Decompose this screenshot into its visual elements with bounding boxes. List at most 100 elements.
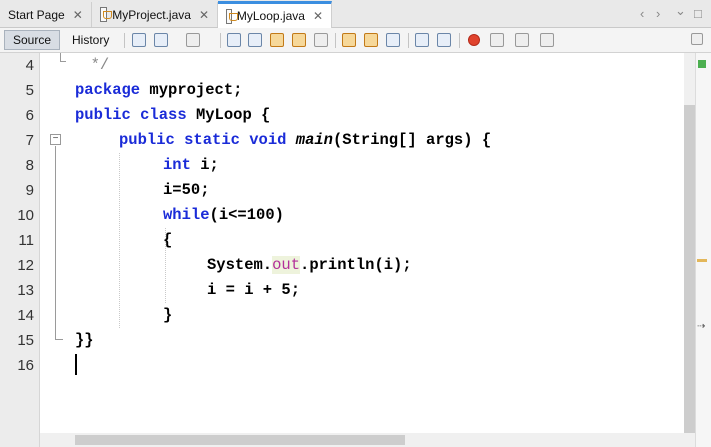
editor-tab-bar: Start Page ✕ MyProject.java ✕ MyLoop.jav…: [0, 0, 711, 28]
chevron-left-icon[interactable]: ‹: [640, 6, 644, 21]
keyword-token: package: [75, 81, 141, 99]
code-line-4: */: [72, 53, 110, 78]
fold-end-marker: [60, 55, 66, 62]
find-next-icon[interactable]: [270, 33, 284, 47]
line-number: 5: [25, 82, 34, 99]
line-number: 14: [17, 307, 34, 324]
back-icon[interactable]: [154, 33, 168, 47]
code-text: MyLoop {: [186, 106, 271, 124]
java-file-icon: [100, 7, 113, 22]
code-text: myproject;: [140, 81, 243, 99]
text-caret: [75, 354, 77, 375]
tab-myproject-java[interactable]: MyProject.java ✕: [92, 2, 218, 27]
code-text: i;: [190, 156, 219, 174]
shift-right-icon[interactable]: [437, 33, 451, 47]
toolbar-separator: [220, 33, 221, 48]
no-errors-status-icon: [698, 60, 706, 68]
code-text: {: [163, 231, 173, 249]
next-bookmark-icon[interactable]: [364, 33, 378, 47]
code-text: System.: [207, 256, 273, 274]
line-number: 8: [25, 157, 34, 174]
indent-guide: [119, 153, 120, 328]
forward-icon[interactable]: [186, 33, 200, 47]
code-line-14: }: [163, 303, 172, 328]
chevron-right-icon[interactable]: ›: [656, 6, 660, 21]
code-line-10: while(i<=100): [163, 203, 284, 228]
code-line-7: public static void main(String[] args) {: [119, 128, 491, 153]
code-editor[interactable]: */ package myproject; public class MyLoo…: [72, 53, 684, 433]
comment-token: [72, 56, 91, 74]
occurrence-mark[interactable]: [697, 259, 707, 262]
stop-macro-icon[interactable]: [490, 33, 504, 47]
error-stripe[interactable]: [695, 53, 711, 447]
find-icon[interactable]: [227, 33, 241, 47]
toggle-bookmark-icon[interactable]: [386, 33, 400, 47]
find-previous-icon[interactable]: [248, 33, 262, 47]
close-icon[interactable]: ✕: [73, 8, 83, 22]
close-icon[interactable]: ✕: [313, 9, 323, 23]
code-text: }}: [75, 331, 94, 349]
line-number: 10: [17, 207, 34, 224]
tab-label: MyProject.java: [112, 7, 191, 22]
code-text: }: [163, 306, 173, 324]
code-line-13: i = i + 5;: [207, 278, 300, 303]
caret-position-marker: ⇢: [697, 321, 706, 332]
toolbar-separator: [459, 33, 460, 48]
restore-window-icon[interactable]: □: [694, 6, 702, 21]
line-number: 6: [25, 107, 34, 124]
tab-start-page[interactable]: Start Page ✕: [0, 2, 92, 27]
keyword-token: while: [163, 206, 210, 224]
source-button[interactable]: Source: [4, 30, 61, 50]
code-line-5: package myproject;: [75, 78, 242, 103]
close-icon[interactable]: ✕: [199, 8, 209, 22]
code-line-9: i=50;: [163, 178, 210, 203]
comment-token: */: [90, 56, 110, 74]
code-text: i = i + 5;: [207, 281, 301, 299]
keyword-token: class: [140, 106, 187, 124]
fold-end-marker: [55, 333, 63, 340]
toolbar-separator: [124, 33, 125, 48]
tab-myloop-java[interactable]: MyLoop.java ✕: [218, 1, 332, 28]
comment-icon[interactable]: [515, 33, 529, 47]
previous-bookmark-icon[interactable]: [342, 33, 356, 47]
code-line-6: public class MyLoop {: [75, 103, 270, 128]
keyword-token: public: [119, 131, 175, 149]
code-text: (i<=100): [209, 206, 284, 224]
start-macro-icon[interactable]: [468, 34, 480, 46]
line-number: 16: [17, 357, 34, 374]
shift-left-icon[interactable]: [415, 33, 429, 47]
fold-collapse-icon[interactable]: −: [50, 134, 61, 145]
vertical-scrollbar-thumb[interactable]: [684, 105, 695, 433]
toolbar-separator: [335, 33, 336, 48]
history-button[interactable]: History: [63, 30, 118, 50]
code-line-11: {: [163, 228, 172, 253]
last-edit-icon[interactable]: [132, 33, 146, 47]
rectangular-selection-icon[interactable]: [314, 33, 328, 47]
tab-label: Start Page: [8, 7, 65, 22]
uncomment-icon[interactable]: [540, 33, 554, 47]
toolbar-separator: [408, 33, 409, 48]
keyword-token: int: [163, 156, 191, 174]
code-text: (String[] args) {: [333, 131, 492, 149]
field-token: out: [272, 256, 301, 274]
code-text: .println(i);: [300, 256, 412, 274]
line-number: 11: [18, 232, 34, 249]
keyword-token: static: [184, 131, 240, 149]
line-number: 4: [25, 57, 34, 74]
fold-guide: [55, 146, 56, 335]
code-line-8: int i;: [163, 153, 219, 178]
code-line-12: System.out.println(i);: [207, 253, 412, 278]
keyword-token: public: [75, 106, 131, 124]
chevron-down-icon[interactable]: ⌄: [675, 3, 686, 19]
toggle-highlight-icon[interactable]: [292, 33, 306, 47]
code-folding-column: −: [40, 53, 72, 433]
java-file-icon: [226, 8, 238, 24]
tab-label: MyLoop.java: [236, 9, 305, 23]
method-name-token: main: [295, 131, 333, 149]
horizontal-scrollbar-thumb[interactable]: [75, 435, 405, 445]
line-number: 9: [25, 182, 34, 199]
line-number: 13: [17, 282, 34, 299]
split-window-icon[interactable]: [691, 33, 703, 45]
line-number: 7: [25, 132, 34, 149]
line-number: 12: [17, 257, 34, 274]
